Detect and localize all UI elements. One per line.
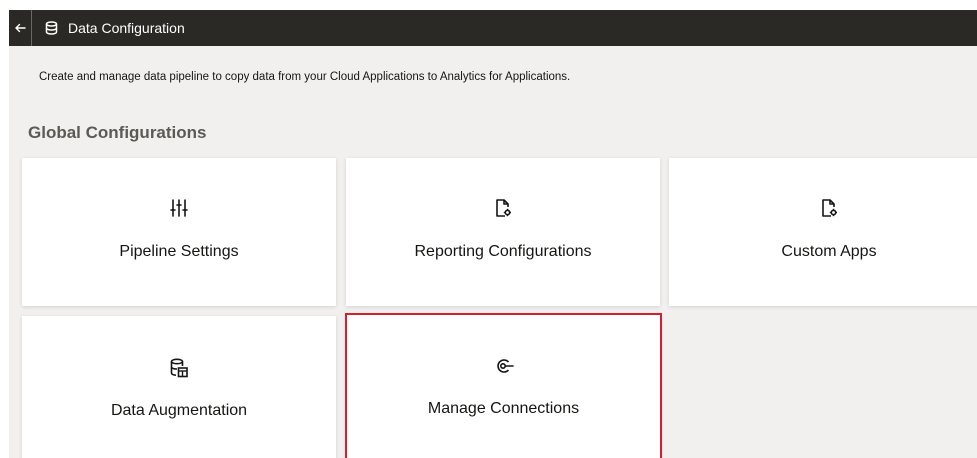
- title-bar: Data Configuration: [9, 10, 977, 46]
- document-gear-icon: [819, 198, 839, 218]
- tile-label: Manage Connections: [427, 400, 580, 417]
- title-divider: [31, 10, 32, 46]
- database-icon: [43, 20, 59, 36]
- reporting-configurations-tile[interactable]: Reporting Configurations: [346, 158, 660, 306]
- custom-apps-tile[interactable]: Custom Apps: [669, 158, 977, 306]
- arrow-left-icon: [15, 23, 26, 33]
- tile-label: Custom Apps: [781, 243, 877, 260]
- database-table-icon: [169, 358, 189, 378]
- document-gear-icon: [493, 198, 513, 218]
- app-window: Data Configuration Create and manage dat…: [0, 0, 977, 458]
- connection-icon: [494, 356, 514, 376]
- page-title: Data Configuration: [68, 20, 185, 36]
- tile-label: Pipeline Settings: [119, 243, 239, 260]
- top-margin: [0, 0, 977, 10]
- sliders-icon: [169, 198, 189, 218]
- back-button[interactable]: [9, 10, 31, 46]
- main-content: Create and manage data pipeline to copy …: [9, 46, 977, 458]
- section-title: Global Configurations: [28, 123, 207, 142]
- page-description: Create and manage data pipeline to copy …: [39, 71, 571, 83]
- pipeline-settings-tile[interactable]: Pipeline Settings: [22, 158, 336, 306]
- manage-connections-tile[interactable]: Manage Connections: [345, 313, 662, 458]
- tile-label: Reporting Configurations: [414, 243, 592, 260]
- data-augmentation-tile[interactable]: Data Augmentation: [22, 316, 336, 458]
- tile-label: Data Augmentation: [110, 402, 248, 419]
